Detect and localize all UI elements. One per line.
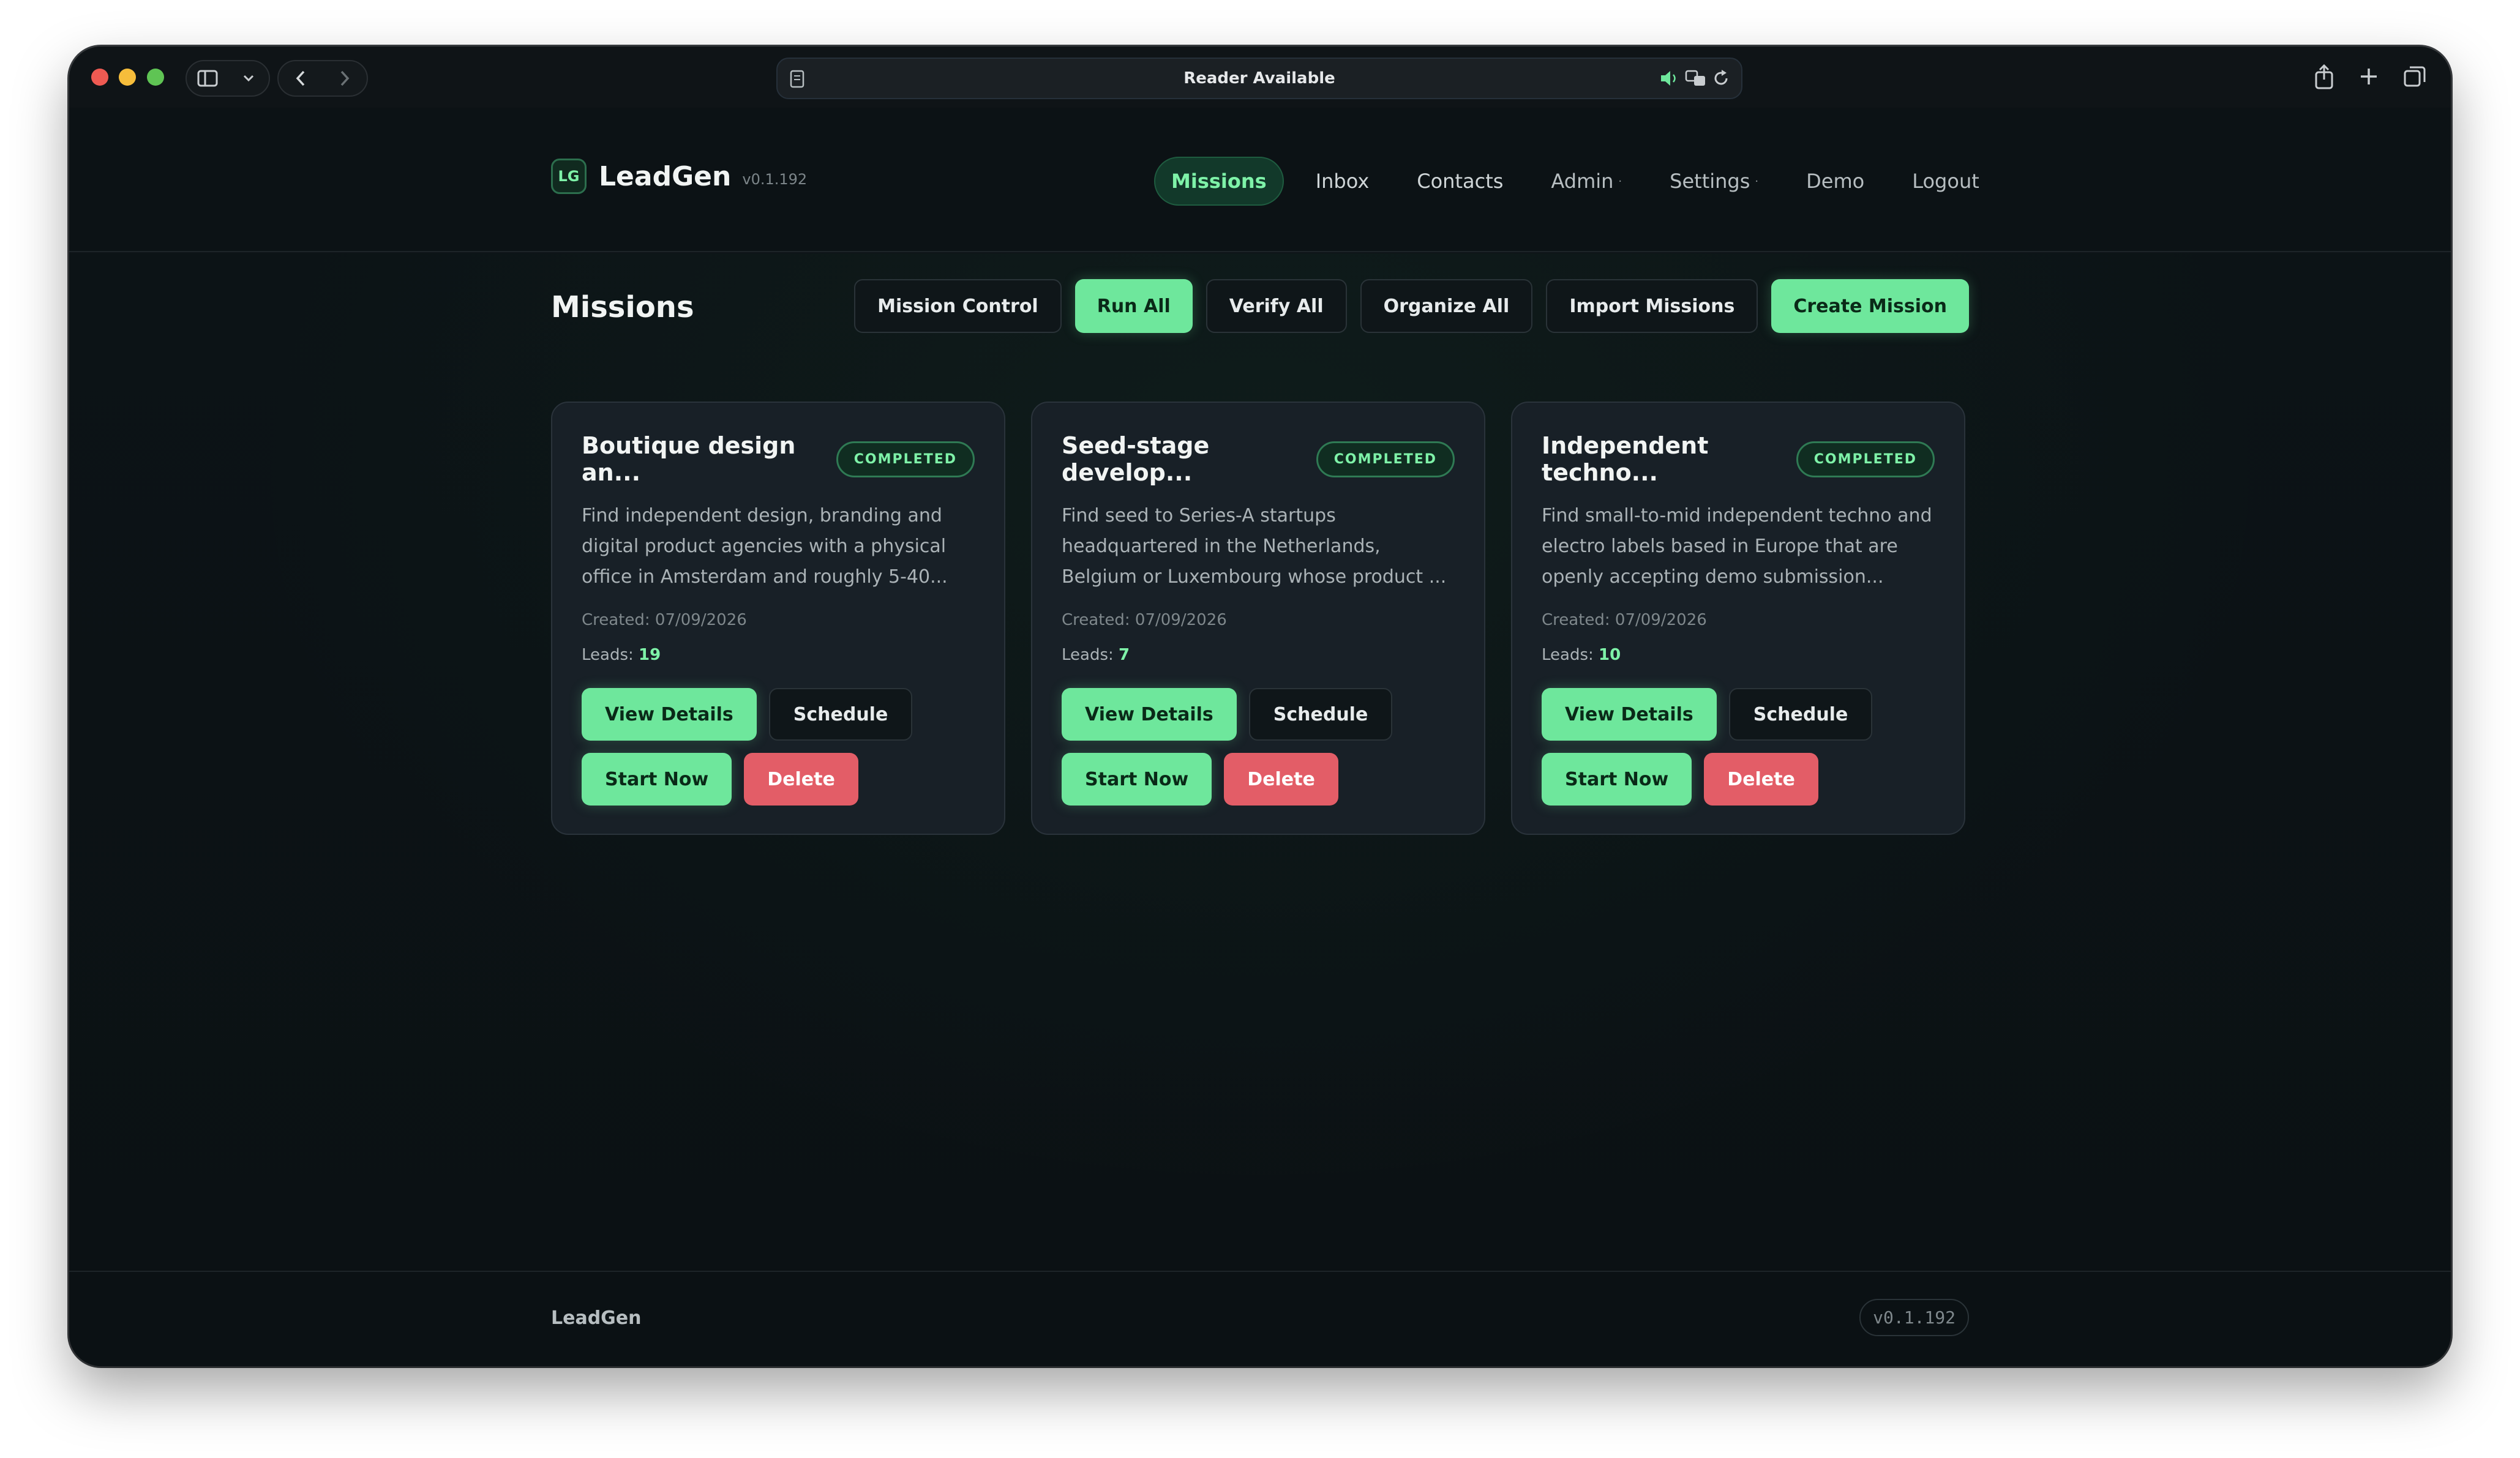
close-window-button[interactable] (91, 69, 108, 86)
tab-overview-icon[interactable] (2403, 64, 2426, 92)
nav-inbox[interactable]: Inbox (1300, 157, 1386, 206)
back-icon[interactable] (288, 66, 313, 91)
browser-toolbar: Reader Available (69, 47, 2451, 108)
import-missions-button[interactable]: Import Missions (1546, 279, 1758, 333)
app-footer: LeadGen v0.1.192 (69, 1271, 2451, 1366)
leads-count: 7 (1119, 646, 1130, 664)
zoom-window-button[interactable] (147, 69, 164, 86)
mission-created: Created: 07/09/2026 (582, 611, 747, 629)
dropdown-dot-icon: · (1755, 174, 1759, 188)
nav-missions[interactable]: Missions (1154, 157, 1284, 206)
translate-icon[interactable] (1685, 69, 1707, 92)
brand[interactable]: LG LeadGen v0.1.192 (551, 159, 807, 194)
status-badge: COMPLETED (1796, 441, 1935, 477)
mission-description: Find independent design, branding and di… (582, 505, 948, 588)
schedule-button[interactable]: Schedule (1248, 688, 1393, 741)
mission-created: Created: 07/09/2026 (1062, 611, 1227, 629)
run-all-button[interactable]: Run All (1074, 279, 1193, 333)
view-details-button[interactable]: View Details (582, 688, 757, 741)
organize-all-button[interactable]: Organize All (1360, 279, 1533, 333)
address-bar[interactable]: Reader Available (776, 58, 1742, 99)
share-icon[interactable] (2314, 64, 2334, 92)
address-text: Reader Available (1183, 69, 1335, 88)
mission-leads: Leads: 19 (582, 646, 661, 664)
reload-icon[interactable] (1712, 69, 1730, 92)
delete-button[interactable]: Delete (1224, 753, 1338, 806)
view-details-button[interactable]: View Details (1542, 688, 1717, 741)
mission-card: Independent techno... COMPLETED Find sma… (1511, 402, 1965, 835)
footer-brand: LeadGen (551, 1307, 642, 1329)
mission-title: Seed-stage develop... (1062, 432, 1210, 486)
delete-button[interactable]: Delete (744, 753, 858, 806)
start-now-button[interactable]: Start Now (1062, 753, 1212, 806)
mission-card: Seed-stage develop... COMPLETED Find see… (1031, 402, 1485, 835)
start-now-button[interactable]: Start Now (1542, 753, 1692, 806)
verify-all-button[interactable]: Verify All (1206, 279, 1347, 333)
page-actions: Mission Control Run All Verify All Organ… (854, 279, 1969, 333)
nav-settings[interactable]: Settings · (1654, 157, 1774, 206)
dropdown-dot-icon: · (1618, 174, 1622, 188)
mission-title: Independent techno... (1542, 432, 1709, 486)
page-title: Missions (551, 290, 694, 324)
page-icon (790, 70, 804, 92)
main-content: Missions Mission Control Run All Verify … (69, 253, 2451, 1318)
app-header: LG LeadGen v0.1.192 Missions Inbox Conta… (69, 108, 2451, 252)
leads-count: 19 (639, 646, 661, 664)
mission-control-button[interactable]: Mission Control (854, 279, 1062, 333)
footer-version-badge: v0.1.192 (1859, 1299, 1969, 1336)
logo: LG (551, 159, 587, 194)
status-badge: COMPLETED (836, 441, 975, 477)
create-mission-button[interactable]: Create Mission (1771, 279, 1969, 333)
sidebar-icon[interactable] (195, 66, 220, 91)
status-badge: COMPLETED (1316, 441, 1455, 477)
nav-logout[interactable]: Logout (1896, 157, 1995, 206)
app-name: LeadGen (599, 160, 732, 192)
sidebar-toggle-group (186, 60, 270, 97)
mission-cards: Boutique design an... COMPLETED Find ind… (551, 402, 1965, 835)
view-details-button[interactable]: View Details (1062, 688, 1237, 741)
delete-button[interactable]: Delete (1704, 753, 1818, 806)
schedule-button[interactable]: Schedule (768, 688, 913, 741)
mission-leads: Leads: 7 (1062, 646, 1130, 664)
mission-created: Created: 07/09/2026 (1542, 611, 1707, 629)
nav-admin[interactable]: Admin · (1535, 157, 1638, 206)
mission-title: Boutique design an... (582, 432, 796, 486)
browser-window: Reader Available LG LeadGen v0.1.192 Mis… (69, 47, 2451, 1366)
nav-contacts[interactable]: Contacts (1401, 157, 1519, 206)
app-version: v0.1.192 (742, 171, 808, 188)
forward-icon[interactable] (332, 66, 357, 91)
mission-card: Boutique design an... COMPLETED Find ind… (551, 402, 1005, 835)
start-now-button[interactable]: Start Now (582, 753, 732, 806)
main-nav: Missions Inbox Contacts Admin · Settings ·… (1154, 157, 2011, 206)
leads-count: 10 (1599, 646, 1621, 664)
new-tab-icon[interactable] (2358, 64, 2380, 92)
mission-description: Find seed to Series-A startups headquart… (1062, 505, 1447, 588)
minimize-window-button[interactable] (119, 69, 136, 86)
speaker-icon[interactable] (1659, 69, 1680, 92)
history-nav-group (277, 60, 368, 97)
schedule-button[interactable]: Schedule (1728, 688, 1873, 741)
mission-description: Find small-to-mid independent techno and… (1542, 505, 1932, 588)
nav-demo[interactable]: Demo (1790, 157, 1880, 206)
chevron-down-icon[interactable] (236, 66, 261, 91)
mission-leads: Leads: 10 (1542, 646, 1621, 664)
